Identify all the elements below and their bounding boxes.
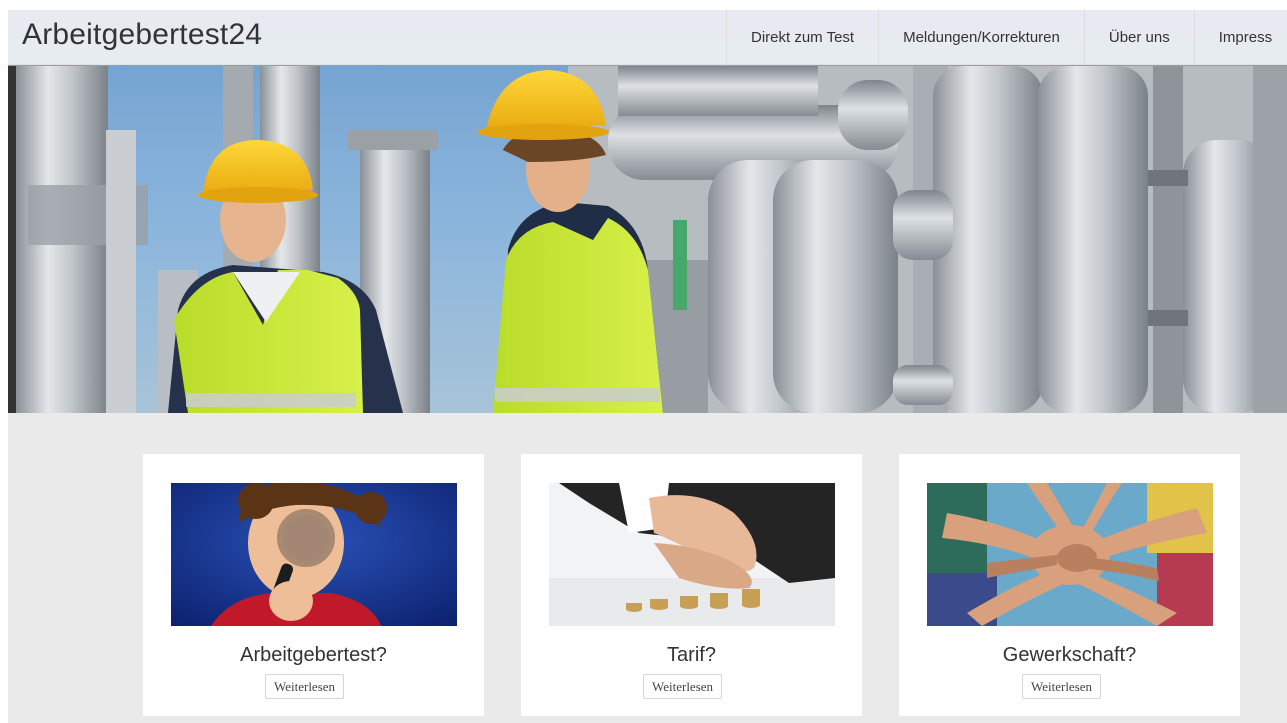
card-image-hands-together [927, 483, 1213, 626]
weiterlesen-button-gewerkschaft[interactable]: Weiterlesen [1022, 674, 1102, 699]
card-title-tarif: Tarif? [667, 644, 716, 666]
card-title-gewerkschaft: Gewerkschaft? [1002, 644, 1137, 666]
card-arbeitgebertest: Arbeitgebertest? Weiterlesen [143, 454, 484, 716]
boy-with-magnifier-illustration [171, 483, 457, 626]
card-gewerkschaft: Gewerkschaft? Weiterlesen [899, 454, 1240, 716]
feature-section: Arbeitgebertest? Weiterlesen Tarif? Weit… [8, 413, 1287, 723]
nav-item-direkt-zum-test[interactable]: Direkt zum Test [726, 10, 878, 65]
weiterlesen-button-tarif[interactable]: Weiterlesen [643, 674, 723, 699]
hand-with-coins-illustration [549, 483, 835, 626]
card-image-coins-hand [549, 483, 835, 626]
nav-item-ueber-uns[interactable]: Über uns [1083, 10, 1194, 65]
hero-left-shadow [8, 66, 16, 413]
nav-menu: Direkt zum Test Meldungen/Korrekturen Üb… [726, 10, 1287, 65]
nav-item-impressum[interactable]: Impress [1193, 10, 1287, 65]
top-navbar: Arbeitgebertest24 Direkt zum Test Meldun… [8, 10, 1287, 65]
card-tarif: Tarif? Weiterlesen [521, 454, 862, 716]
hero-image [8, 10, 1287, 413]
card-title-arbeitgebertest: Arbeitgebertest? [240, 644, 387, 666]
weiterlesen-button-arbeitgebertest[interactable]: Weiterlesen [265, 674, 345, 699]
nav-item-meldungen-korrekturen[interactable]: Meldungen/Korrekturen [878, 10, 1084, 65]
hands-together-illustration [927, 483, 1213, 626]
card-image-boy-magnifier [171, 483, 457, 626]
site-brand[interactable]: Arbeitgebertest24 [22, 18, 262, 52]
hero-refinery-workers-illustration [16, 66, 1287, 413]
